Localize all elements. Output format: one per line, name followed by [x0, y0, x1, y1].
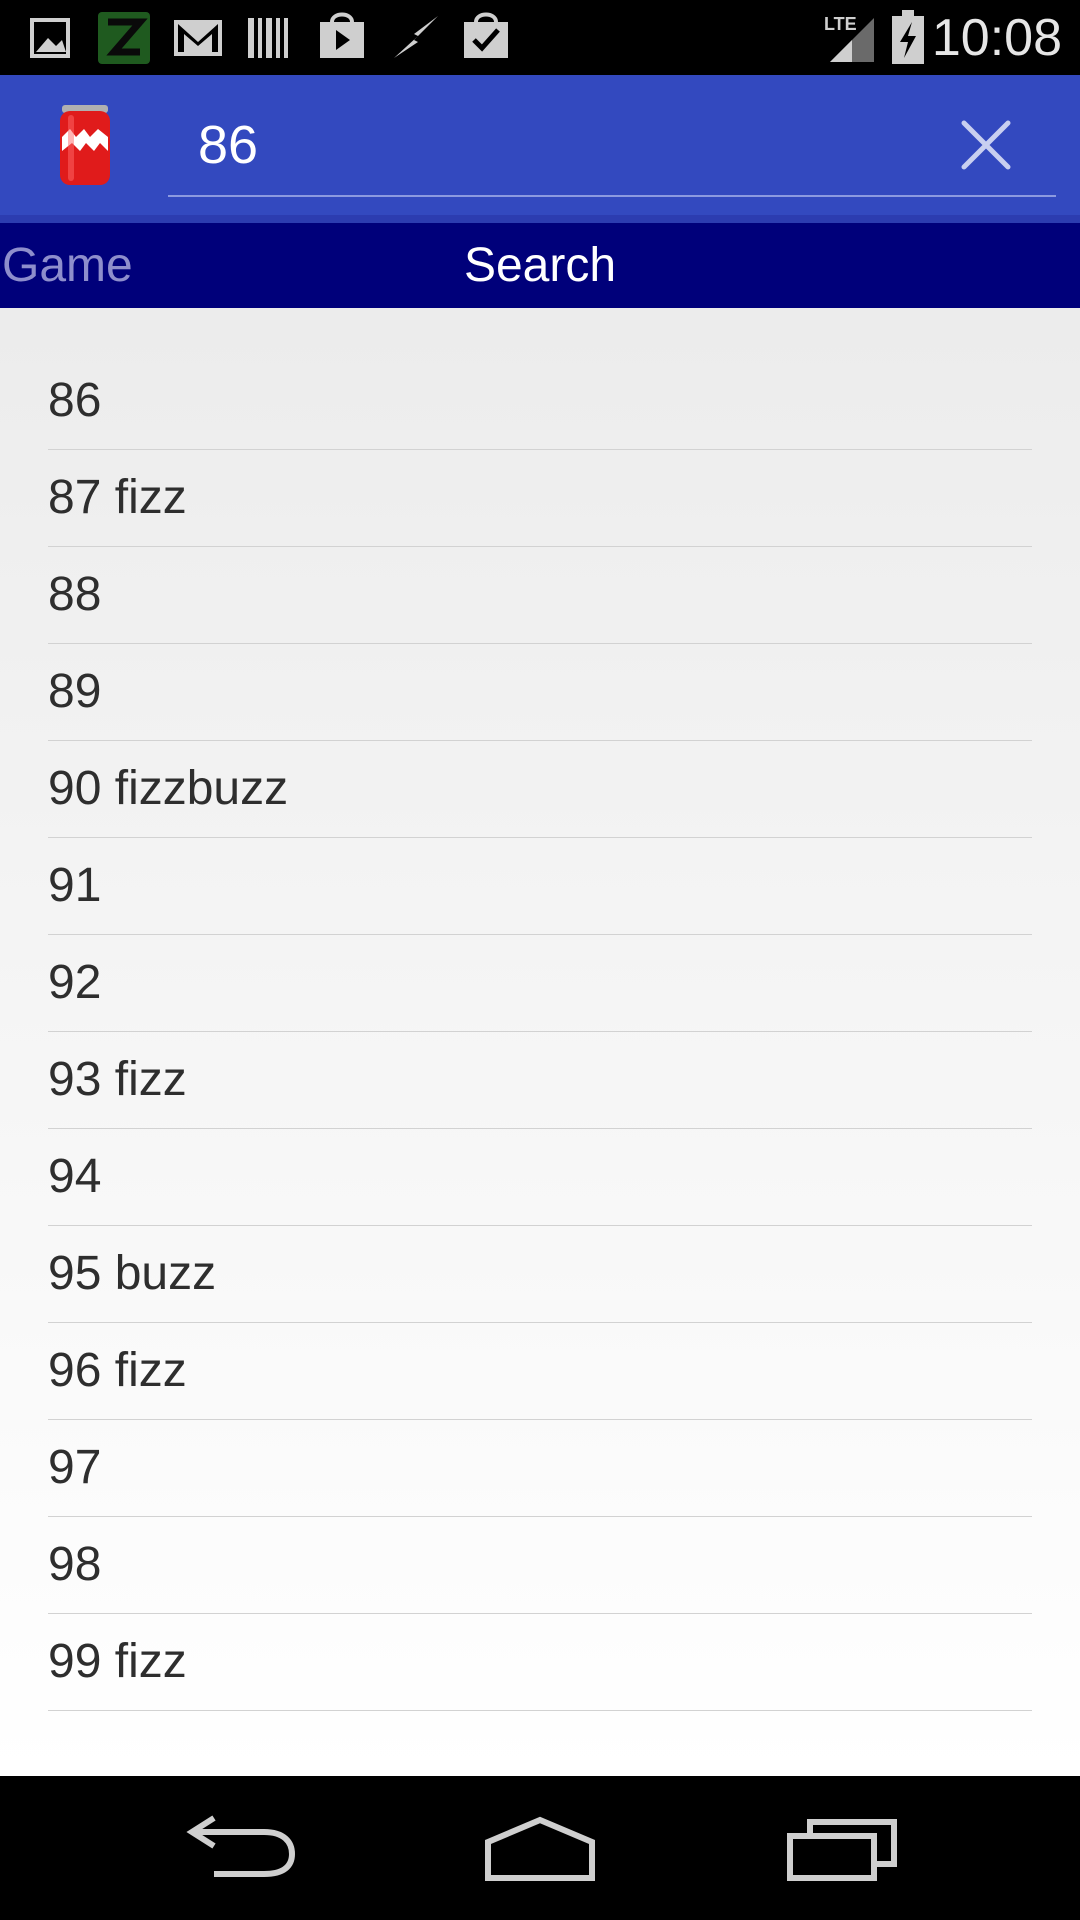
navigation-bar [0, 1776, 1080, 1920]
barcode-icon [244, 8, 292, 66]
home-icon[interactable] [480, 1812, 600, 1884]
search-input-value[interactable]: 86 [198, 95, 258, 195]
result-list: 86 87 fizz 88 89 90 fizzbuzz 91 92 93 fi… [48, 353, 1032, 1711]
tab-strip: Search Game [0, 215, 1080, 308]
list-item[interactable]: 96 fizz [48, 1323, 1032, 1420]
list-item[interactable]: 92 [48, 935, 1032, 1032]
play-store-icon [314, 8, 370, 66]
back-icon[interactable] [180, 1812, 300, 1884]
task-check-icon [460, 8, 512, 66]
close-icon[interactable] [956, 115, 1016, 175]
status-bar: LTE 10:08 [0, 0, 1080, 75]
flash-icon [388, 8, 444, 66]
results-panel[interactable]: 86 87 fizz 88 89 90 fizzbuzz 91 92 93 fi… [0, 308, 1080, 1776]
gallery-icon [28, 8, 76, 66]
list-item[interactable]: 90 fizzbuzz [48, 741, 1032, 838]
tab-search[interactable]: Search [0, 223, 1080, 308]
z-app-icon [96, 8, 152, 66]
recents-icon[interactable] [782, 1812, 902, 1884]
lte-signal-icon: LTE [822, 8, 878, 66]
action-bar: 86 [0, 75, 1080, 215]
list-item[interactable]: 98 [48, 1517, 1032, 1614]
list-item[interactable]: 87 fizz [48, 450, 1032, 547]
search-input[interactable]: 86 [168, 95, 1056, 197]
list-item[interactable]: 95 buzz [48, 1226, 1032, 1323]
phone-screen: LTE 10:08 86 Search Game 86 87 fizz 88 8… [0, 0, 1080, 1920]
list-item[interactable]: 94 [48, 1129, 1032, 1226]
list-item[interactable]: 99 fizz [48, 1614, 1032, 1711]
tab-game[interactable]: Game [2, 223, 133, 308]
soda-can-icon[interactable] [58, 103, 112, 189]
gmail-icon [170, 8, 226, 66]
battery-charging-icon [890, 8, 926, 66]
list-item[interactable]: 97 [48, 1420, 1032, 1517]
list-item[interactable]: 91 [48, 838, 1032, 935]
list-item[interactable]: 93 fizz [48, 1032, 1032, 1129]
list-item[interactable]: 89 [48, 644, 1032, 741]
list-item[interactable]: 88 [48, 547, 1032, 644]
svg-text:LTE: LTE [824, 14, 857, 34]
list-item[interactable]: 86 [48, 353, 1032, 450]
status-time: 10:08 [931, 9, 1062, 67]
